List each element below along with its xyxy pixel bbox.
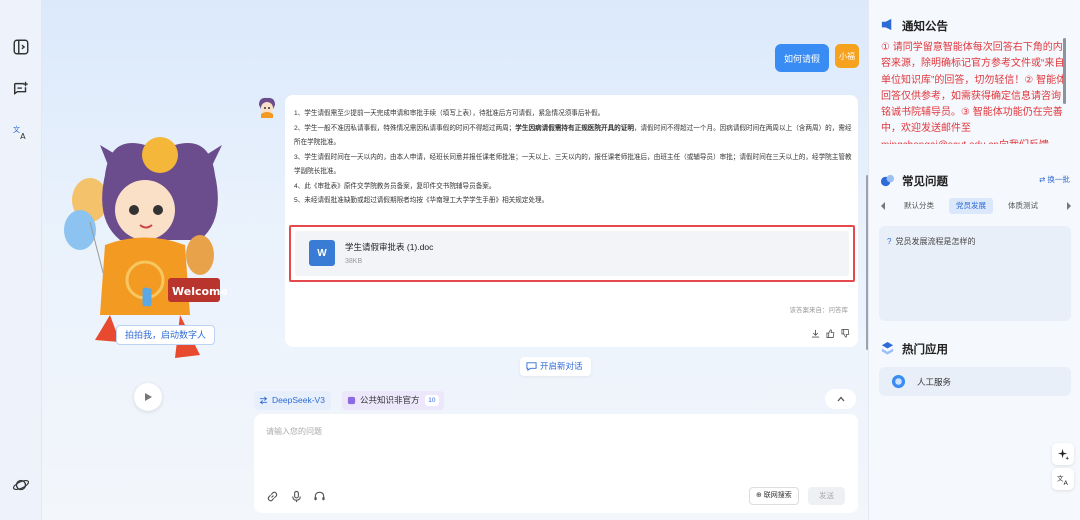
right-panel: 通知公告 ① 请同学留意智能体每次回答右下角的内容来源，除明确标记官方参考文件或… (868, 0, 1080, 520)
knowledge-base-count: 10 (425, 395, 439, 406)
answer-item-bold: 学生因病请假需持有正规医院开具的证明 (515, 124, 634, 132)
faq-item[interactable]: ? 党员发展流程是怎样的 (887, 236, 975, 247)
answer-toolbar (811, 329, 850, 338)
translate-icon[interactable]: 文A (11, 122, 31, 142)
answer-item: 5、未经请假批准缺勤或超过请假期限者均按《华南理工大学学生手册》相关规定处理。 (294, 197, 549, 204)
faq-tabs: 默认分类 党员发展 体质测试 (877, 197, 1075, 215)
attach-link-icon[interactable] (266, 490, 279, 503)
notice-content: ① 请同学留意智能体每次回答右下角的内容来源，除明确标记官方参考文件或“来自单位… (881, 42, 1067, 144)
faq-list: ? 党员发展流程是怎样的 (879, 226, 1071, 321)
thumbs-down-icon[interactable] (841, 329, 850, 338)
message-composer: ⊕ 联网搜索 发送 (254, 414, 858, 513)
word-doc-icon: W (309, 240, 335, 266)
file-name: 学生请假审批表 (1).doc (345, 242, 434, 252)
left-rail: 文A (0, 0, 42, 520)
translate-icon: 文A (1057, 473, 1069, 486)
svg-text:A: A (1063, 479, 1068, 486)
microphone-icon[interactable] (290, 490, 303, 503)
swap-batch-button[interactable]: ⇄ 换一批 (1039, 174, 1070, 185)
web-search-toggle[interactable]: ⊕ 联网搜索 (749, 487, 799, 505)
tab-default[interactable]: 默认分类 (897, 198, 941, 214)
bot-avatar (255, 95, 279, 119)
welcome-sign: Welcome (172, 285, 228, 298)
human-service-icon (891, 374, 906, 389)
answer-item: 2、学生一般不准因私请事假，特殊情况需因私请事假的时间不得超过两周；学生因病请假… (294, 124, 852, 147)
tab-fitness-test[interactable]: 体质测试 (1001, 198, 1045, 214)
apps-title: 热门应用 (902, 344, 948, 356)
app-human-service[interactable]: 人工服务 (879, 367, 1071, 396)
new-chat-button[interactable]: 开启新对话 (520, 357, 591, 376)
swap-icon (259, 396, 268, 405)
answer-list: 1、学生请假需至少提前一天完成申请和审批手续（填写上表），待批准后方可请假，紧急… (294, 107, 854, 209)
notice-icon (881, 18, 892, 31)
file-attachment-highlight: W 学生请假审批表 (1).doc 38KB (289, 225, 855, 282)
start-digital-human-hint[interactable]: 拍拍我，启动数字人 (116, 325, 216, 345)
message-input[interactable] (266, 426, 846, 476)
question-icon: ? (887, 237, 892, 246)
play-icon (145, 393, 152, 401)
answer-source: 该答案来自：问答库 (789, 307, 849, 314)
notice-scrollbar[interactable] (1063, 38, 1066, 104)
headset-icon[interactable] (313, 490, 326, 503)
faq-icon (880, 174, 895, 187)
sidebar-toggle-icon[interactable] (11, 37, 31, 57)
file-size: 38KB (345, 258, 363, 265)
new-chat-icon[interactable] (11, 79, 31, 99)
file-attachment[interactable]: W 学生请假审批表 (1).doc 38KB (295, 231, 849, 276)
sparkle-icon (1057, 448, 1069, 460)
chevron-left-icon[interactable] (879, 201, 887, 211)
knowledge-base-selector[interactable]: 公共知识非官方 10 (342, 391, 444, 410)
faq-title: 常见问题 (902, 176, 948, 188)
apps-icon (881, 341, 894, 355)
new-chat-bubble-icon (526, 362, 537, 372)
play-button[interactable] (134, 383, 162, 411)
notice-title: 通知公告 (902, 21, 948, 33)
model-selector[interactable]: DeepSeek-V3 (254, 391, 331, 410)
thumbs-up-icon[interactable] (826, 329, 835, 338)
answer-item: 3、学生请假时间在一天以内的，由本人申请，经班长同意并报任课老师批准；一天以上、… (294, 153, 852, 176)
answer-item: 1、学生请假需至少提前一天完成申请和审批手续（填写上表），待批准后方可请假，紧急… (294, 110, 605, 117)
answer-item: 4、此《审批表》原件交学院教务员备案，复印件交书院辅导员备案。 (294, 182, 496, 190)
user-avatar: 小福 (835, 44, 859, 68)
svg-text:A: A (20, 131, 26, 141)
tab-party-member[interactable]: 党员发展 (949, 198, 993, 214)
download-icon[interactable] (811, 329, 820, 338)
user-message-bubble: 如何请假 (775, 44, 829, 72)
chevron-up-icon (837, 396, 844, 402)
knowledge-base-icon (347, 396, 356, 405)
chevron-right-icon[interactable] (1065, 201, 1073, 211)
answer-card: 1、学生请假需至少提前一天完成申请和审批手续（填写上表），待批准后方可请假，紧急… (285, 95, 858, 347)
digital-human-mascot[interactable]: Welcome (50, 130, 240, 390)
collapse-button[interactable] (825, 389, 856, 409)
translate-button[interactable]: 文A (1052, 468, 1074, 490)
svg-text:文: 文 (13, 125, 20, 134)
ai-sparkle-button[interactable] (1052, 443, 1074, 465)
planet-icon[interactable] (11, 475, 31, 495)
send-button[interactable]: 发送 (808, 487, 845, 505)
